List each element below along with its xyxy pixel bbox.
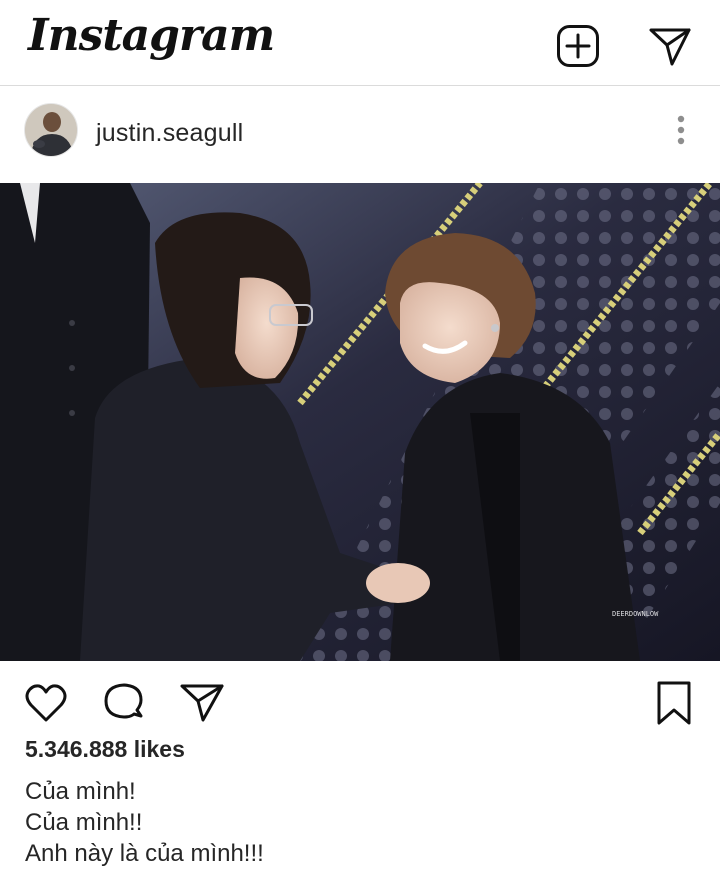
heart-icon (25, 684, 67, 722)
share-button[interactable] (179, 680, 225, 726)
share-icon (180, 684, 224, 722)
caption-line: Anh này là của mình!!! (25, 840, 264, 867)
more-options-button[interactable] (664, 113, 698, 147)
post-action-bar (0, 662, 720, 740)
bookmark-icon (657, 681, 691, 725)
caption-line: Của mình!! (25, 809, 143, 836)
new-post-icon (557, 25, 599, 67)
post-photo[interactable]: DEERDOWNLOW (0, 183, 720, 661)
instagram-logo[interactable]: Instagram (28, 10, 275, 61)
post-username[interactable]: justin.seagull (96, 119, 243, 148)
save-button[interactable] (651, 680, 697, 726)
caption-line: Của mình! (25, 778, 136, 805)
photo-watermark: DEERDOWNLOW (612, 610, 659, 618)
post-caption: Của mình! Của mình!! Anh này là của mình… (25, 776, 264, 869)
top-bar: Instagram (0, 0, 720, 86)
comment-button[interactable] (101, 680, 147, 726)
comment-icon (104, 683, 143, 719)
direct-messages-button[interactable] (648, 24, 692, 68)
new-post-button[interactable] (556, 24, 600, 68)
direct-message-icon (649, 28, 691, 66)
like-button[interactable] (23, 680, 69, 726)
more-options-icon (677, 115, 685, 145)
likes-count[interactable]: 5.346.888 likes (25, 736, 185, 763)
avatar[interactable] (24, 103, 78, 157)
post-header: justin.seagull (0, 87, 720, 183)
